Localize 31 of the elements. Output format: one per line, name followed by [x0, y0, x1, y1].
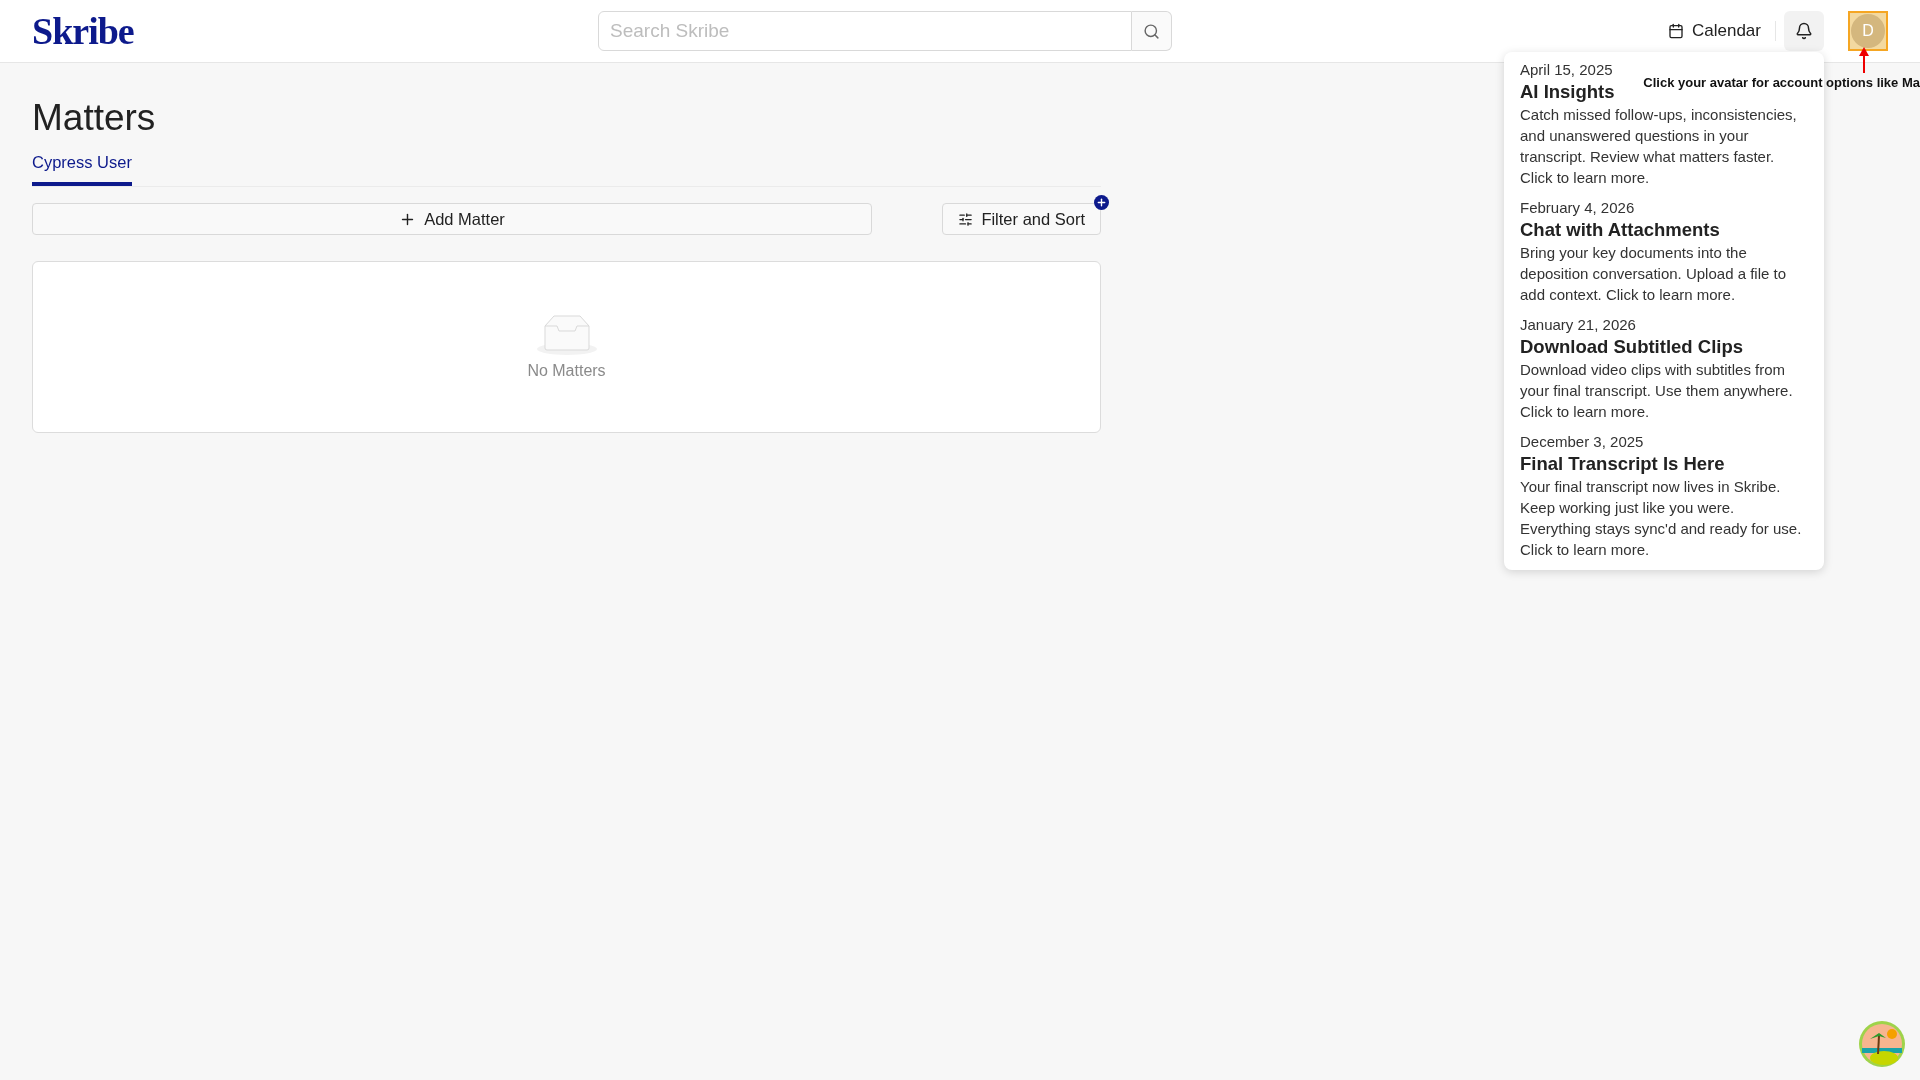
search-button[interactable] [1132, 11, 1172, 51]
bell-icon [1795, 22, 1813, 40]
skribe-logo[interactable]: Skribe [32, 9, 598, 53]
update-date: April 15, 2025 [1520, 60, 1614, 80]
inbox-icon [534, 314, 599, 356]
search-icon [1143, 22, 1160, 40]
search-field[interactable]: Search Skribe [598, 11, 1132, 51]
update-date: December 3, 2025 [1520, 432, 1645, 452]
filter-sort-button[interactable]: Filter and Sort [942, 203, 1101, 235]
arrow-icon [1859, 47, 1869, 73]
update-title[interactable]: Chat with Attachments [1520, 218, 1720, 242]
add-matter-button[interactable]: Add Matter [32, 203, 872, 235]
island-icon[interactable] [1858, 1020, 1906, 1068]
update-date: February 4, 2026 [1520, 198, 1636, 218]
empty-message: No Matters [527, 362, 606, 380]
calendar-icon [1668, 23, 1684, 39]
update-description: Catch missed follow-ups, inconsistencies, and unanswered questions in your transcript. Review what matters faster. Click to learn more. [1520, 105, 1798, 188]
update-title[interactable]: AI Insights [1520, 80, 1615, 104]
plus-icon [1094, 195, 1109, 210]
page-title: Matters [32, 97, 157, 139]
calendar-button[interactable]: Calendar [1654, 21, 1776, 41]
sliders-icon [958, 211, 974, 227]
update-date: January 21, 2026 [1520, 315, 1637, 335]
tab[interactable]: Cypress User [32, 153, 132, 186]
update-description: Bring your key documents into the deposition conversation. Upload a file to add context. Click to learn more. [1520, 243, 1787, 305]
update-description: Your final transcript now lives in Skribe. Keep working just like you were. Everything stays sync'd and ready for use. Click to learn more. [1520, 477, 1803, 560]
update-title[interactable]: Download Subtitled Clips [1520, 335, 1744, 359]
tour-hint: Click your avatar for account options like Ma [1643, 75, 1920, 90]
update-title[interactable]: Final Transcript Is Here [1520, 452, 1725, 476]
notifications-button[interactable] [1784, 11, 1824, 51]
update-description: Download video clips with subtitles from your final transcript. Use them anywhere. Click to learn more. [1520, 360, 1794, 422]
